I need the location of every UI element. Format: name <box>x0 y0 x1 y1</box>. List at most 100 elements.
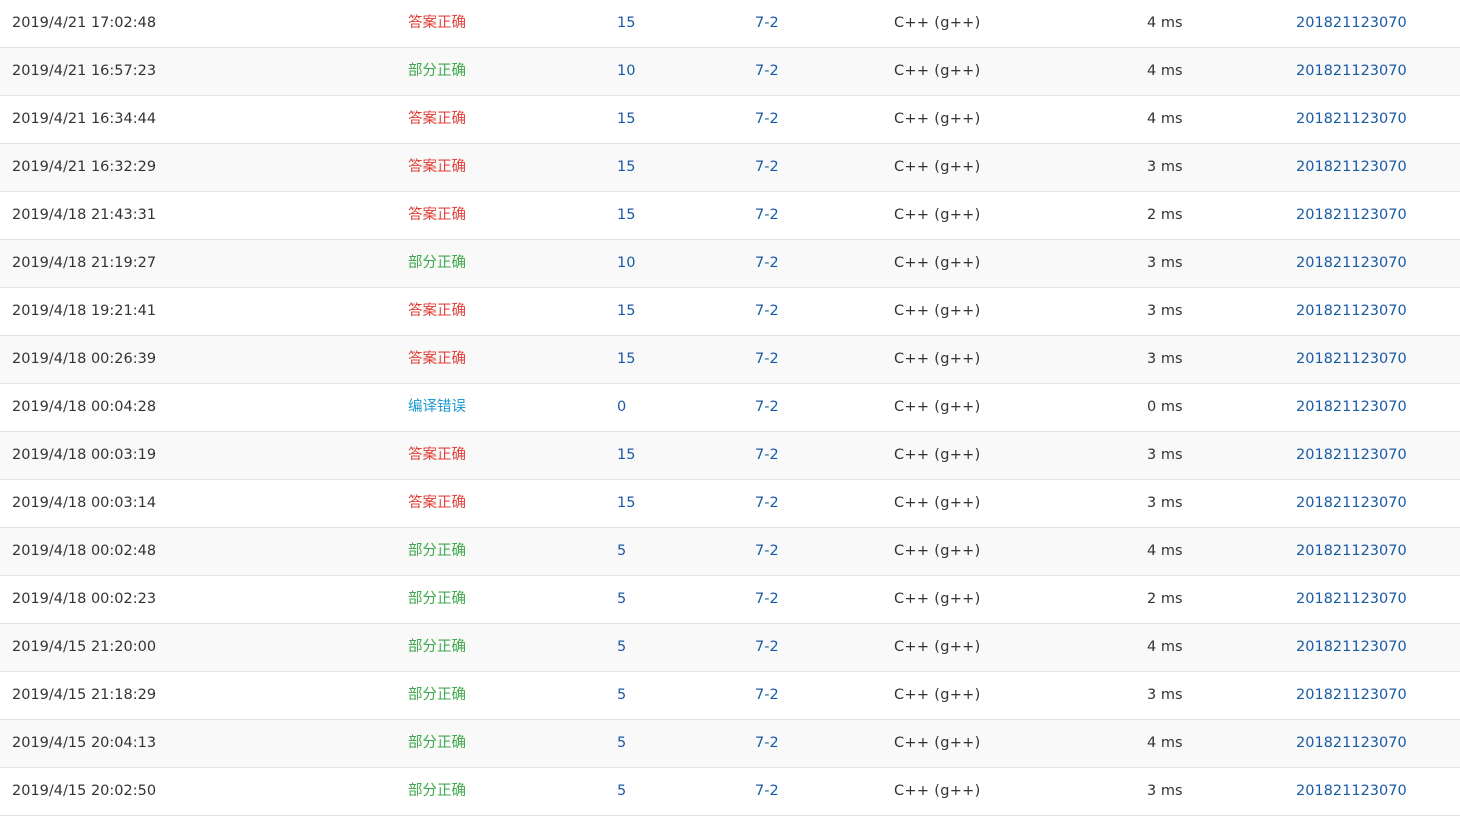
user-link[interactable]: 201821123070 <box>1296 48 1407 95</box>
submit-time: 2019/4/21 16:32:29 <box>12 159 157 175</box>
problem-link[interactable]: 7-2 <box>755 720 779 767</box>
user-link[interactable]: 201821123070 <box>1296 672 1407 719</box>
problem-link[interactable]: 7-2 <box>755 48 779 95</box>
problem-link[interactable]: 7-2 <box>755 0 779 47</box>
problem-link[interactable]: 7-2 <box>755 96 779 143</box>
submit-time: 2019/4/15 20:04:13 <box>12 735 157 751</box>
submit-time: 2019/4/18 21:19:27 <box>12 255 157 271</box>
score-link[interactable]: 15 <box>617 480 635 527</box>
problem-link[interactable]: 7-2 <box>755 192 779 239</box>
user-link[interactable]: 201821123070 <box>1296 384 1407 431</box>
score-link[interactable]: 15 <box>617 96 635 143</box>
problem-link[interactable]: 7-2 <box>755 384 779 431</box>
time-used: 3 ms <box>1147 159 1183 175</box>
submit-time: 2019/4/18 00:26:39 <box>12 351 157 367</box>
status-label[interactable]: 答案正确 <box>408 336 466 383</box>
score-link[interactable]: 15 <box>617 432 635 479</box>
problem-link[interactable]: 7-2 <box>755 336 779 383</box>
score-link[interactable]: 15 <box>617 144 635 191</box>
status-label[interactable]: 答案正确 <box>408 432 466 479</box>
score-link[interactable]: 15 <box>617 288 635 335</box>
score-link[interactable]: 5 <box>617 720 626 767</box>
score-link[interactable]: 5 <box>617 768 626 815</box>
user-link[interactable]: 201821123070 <box>1296 480 1407 527</box>
table-row: 2019/4/18 21:43:31 答案正确 15 7-2 C++ (g++)… <box>0 192 1460 240</box>
user-link[interactable]: 201821123070 <box>1296 576 1407 623</box>
problem-link[interactable]: 7-2 <box>755 240 779 287</box>
language-label: C++ (g++) <box>894 687 981 703</box>
problem-link[interactable]: 7-2 <box>755 480 779 527</box>
score-link[interactable]: 15 <box>617 336 635 383</box>
time-used: 3 ms <box>1147 255 1183 271</box>
status-label[interactable]: 部分正确 <box>408 672 466 719</box>
time-used: 4 ms <box>1147 63 1183 79</box>
status-label[interactable]: 部分正确 <box>408 528 466 575</box>
user-link[interactable]: 201821123070 <box>1296 288 1407 335</box>
status-label[interactable]: 答案正确 <box>408 96 466 143</box>
status-label[interactable]: 部分正确 <box>408 240 466 287</box>
submit-time: 2019/4/21 16:57:23 <box>12 63 157 79</box>
status-label[interactable]: 部分正确 <box>408 768 466 815</box>
table-row: 2019/4/21 16:32:29 答案正确 15 7-2 C++ (g++)… <box>0 144 1460 192</box>
language-label: C++ (g++) <box>894 351 981 367</box>
submit-time: 2019/4/18 21:43:31 <box>12 207 157 223</box>
language-label: C++ (g++) <box>894 399 981 415</box>
time-used: 0 ms <box>1147 399 1183 415</box>
score-link[interactable]: 10 <box>617 48 635 95</box>
language-label: C++ (g++) <box>894 735 981 751</box>
status-label[interactable]: 答案正确 <box>408 144 466 191</box>
status-label[interactable]: 答案正确 <box>408 288 466 335</box>
status-label[interactable]: 部分正确 <box>408 720 466 767</box>
time-used: 4 ms <box>1147 543 1183 559</box>
score-link[interactable]: 5 <box>617 576 626 623</box>
score-link[interactable]: 10 <box>617 240 635 287</box>
problem-link[interactable]: 7-2 <box>755 432 779 479</box>
problem-link[interactable]: 7-2 <box>755 672 779 719</box>
status-label[interactable]: 部分正确 <box>408 624 466 671</box>
submit-time: 2019/4/18 00:02:48 <box>12 543 157 559</box>
user-link[interactable]: 201821123070 <box>1296 0 1407 47</box>
score-link[interactable]: 15 <box>617 0 635 47</box>
user-link[interactable]: 201821123070 <box>1296 432 1407 479</box>
user-link[interactable]: 201821123070 <box>1296 144 1407 191</box>
problem-link[interactable]: 7-2 <box>755 144 779 191</box>
user-link[interactable]: 201821123070 <box>1296 336 1407 383</box>
language-label: C++ (g++) <box>894 495 981 511</box>
status-label[interactable]: 答案正确 <box>408 480 466 527</box>
score-link[interactable]: 15 <box>617 192 635 239</box>
user-link[interactable]: 201821123070 <box>1296 192 1407 239</box>
user-link[interactable]: 201821123070 <box>1296 240 1407 287</box>
score-link[interactable]: 5 <box>617 624 626 671</box>
problem-link[interactable]: 7-2 <box>755 624 779 671</box>
time-used: 4 ms <box>1147 735 1183 751</box>
problem-link[interactable]: 7-2 <box>755 528 779 575</box>
table-row: 2019/4/15 20:04:13 部分正确 5 7-2 C++ (g++) … <box>0 720 1460 768</box>
user-link[interactable]: 201821123070 <box>1296 624 1407 671</box>
status-label[interactable]: 编译错误 <box>408 384 466 431</box>
score-link[interactable]: 5 <box>617 672 626 719</box>
time-used: 3 ms <box>1147 783 1183 799</box>
problem-link[interactable]: 7-2 <box>755 768 779 815</box>
user-link[interactable]: 201821123070 <box>1296 720 1407 767</box>
submit-time: 2019/4/18 00:02:23 <box>12 591 157 607</box>
user-link[interactable]: 201821123070 <box>1296 96 1407 143</box>
table-row: 2019/4/15 20:02:50 部分正确 5 7-2 C++ (g++) … <box>0 768 1460 816</box>
user-link[interactable]: 201821123070 <box>1296 528 1407 575</box>
table-row: 2019/4/18 19:21:41 答案正确 15 7-2 C++ (g++)… <box>0 288 1460 336</box>
score-link[interactable]: 5 <box>617 528 626 575</box>
problem-link[interactable]: 7-2 <box>755 288 779 335</box>
submit-time: 2019/4/15 21:20:00 <box>12 639 157 655</box>
status-label[interactable]: 部分正确 <box>408 48 466 95</box>
time-used: 3 ms <box>1147 447 1183 463</box>
table-row: 2019/4/21 17:02:48 答案正确 15 7-2 C++ (g++)… <box>0 0 1460 48</box>
user-link[interactable]: 201821123070 <box>1296 768 1407 815</box>
status-label[interactable]: 部分正确 <box>408 576 466 623</box>
status-label[interactable]: 答案正确 <box>408 192 466 239</box>
submit-time: 2019/4/21 17:02:48 <box>12 15 157 31</box>
language-label: C++ (g++) <box>894 255 981 271</box>
score-link[interactable]: 0 <box>617 384 626 431</box>
problem-link[interactable]: 7-2 <box>755 576 779 623</box>
table-row: 2019/4/18 00:02:48 部分正确 5 7-2 C++ (g++) … <box>0 528 1460 576</box>
language-label: C++ (g++) <box>894 63 981 79</box>
status-label[interactable]: 答案正确 <box>408 0 466 47</box>
